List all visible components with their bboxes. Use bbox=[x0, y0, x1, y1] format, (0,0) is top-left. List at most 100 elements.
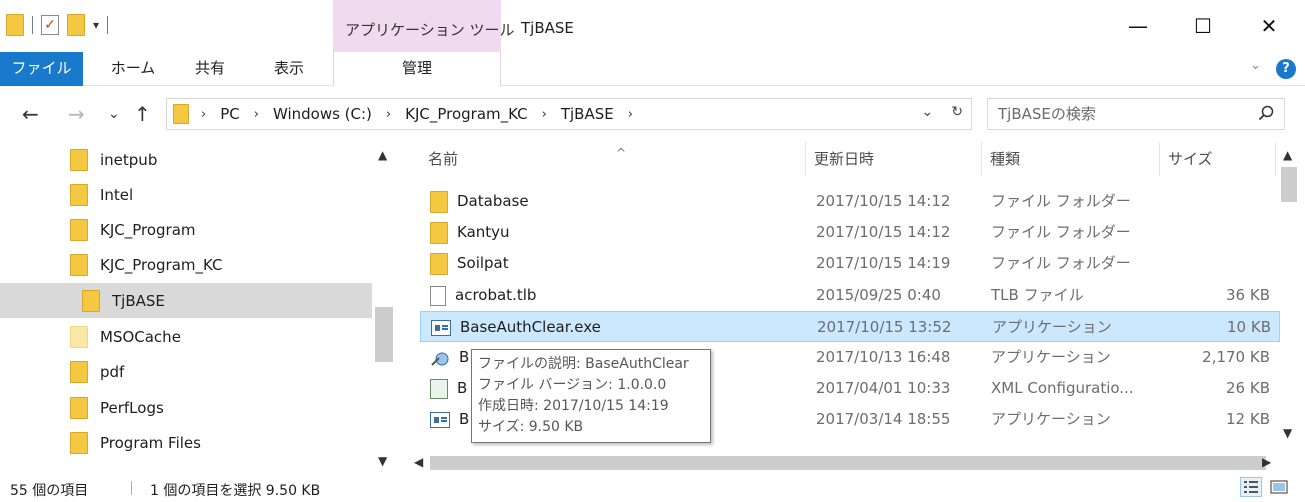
tree-item-kjc-program-kc[interactable]: KJC_Program_KC bbox=[0, 247, 372, 282]
large-icons-view-button[interactable] bbox=[1268, 477, 1290, 497]
folder-icon bbox=[430, 221, 448, 244]
file-name: acrobat.tlb bbox=[455, 286, 537, 304]
search-icon[interactable] bbox=[1258, 105, 1274, 121]
tree-item-kjc-program[interactable]: KJC_Program bbox=[0, 212, 372, 247]
scroll-up-icon[interactable]: ▲ bbox=[1283, 148, 1292, 162]
column-header-date[interactable]: 更新日時 bbox=[806, 142, 982, 176]
close-button[interactable]: ✕ bbox=[1249, 10, 1289, 42]
tree-item-perflogs[interactable]: PerfLogs bbox=[0, 390, 372, 425]
folder-icon bbox=[70, 360, 88, 383]
scroll-left-icon[interactable]: ◀ bbox=[414, 455, 423, 469]
properties-icon[interactable]: ✓ bbox=[41, 15, 59, 35]
file-date: 2017/10/15 14:12 bbox=[816, 223, 951, 241]
qat-dropdown-icon[interactable]: ▾ bbox=[93, 18, 99, 32]
up-button[interactable]: ↑ bbox=[134, 102, 151, 126]
folder-icon bbox=[70, 218, 88, 241]
folder-icon bbox=[430, 190, 448, 213]
file-info-tooltip: ファイルの説明: BaseAuthClear ファイル バージョン: 1.0.0… bbox=[471, 349, 711, 443]
file-date: 2015/09/25 0:40 bbox=[816, 286, 941, 304]
folder-icon bbox=[70, 431, 88, 454]
config-file-icon bbox=[430, 378, 448, 399]
tab-share[interactable]: 共有 bbox=[180, 52, 240, 86]
forward-button[interactable]: → bbox=[68, 102, 85, 126]
expand-ribbon-icon[interactable]: ⌄ bbox=[1250, 58, 1261, 73]
breadcrumb-separator[interactable]: › bbox=[542, 107, 547, 122]
file-size: 2,170 KB bbox=[1202, 348, 1270, 366]
file-name: B bbox=[459, 348, 470, 366]
file-row[interactable]: acrobat.tlb 2015/09/25 0:40 TLB ファイル 36 … bbox=[420, 280, 1280, 311]
file-row[interactable]: Kantyu 2017/10/15 14:12 ファイル フォルダー bbox=[420, 217, 1280, 248]
file-row[interactable]: Database 2017/10/15 14:12 ファイル フォルダー bbox=[420, 186, 1280, 217]
tree-item-label: inetpub bbox=[100, 150, 158, 169]
folder-icon[interactable] bbox=[6, 14, 24, 36]
tree-item-inetpub[interactable]: inetpub bbox=[0, 142, 372, 177]
tab-file[interactable]: ファイル bbox=[0, 52, 83, 86]
status-separator bbox=[131, 481, 132, 495]
file-date: 2017/10/13 16:48 bbox=[816, 348, 951, 366]
file-type: XML Configuratio... bbox=[991, 379, 1134, 397]
large-icons-view-icon bbox=[1270, 480, 1288, 494]
tooltip-created: 作成日時: 2017/10/15 14:19 bbox=[478, 398, 669, 414]
breadcrumb-kjc-program-kc[interactable]: KJC_Program_KC bbox=[405, 105, 528, 123]
breadcrumb-separator: › bbox=[201, 106, 207, 122]
back-button[interactable]: ← bbox=[22, 102, 39, 126]
folder-icon bbox=[70, 253, 88, 276]
scrollbar-thumb[interactable] bbox=[375, 307, 393, 362]
column-header-name[interactable]: ^ 名前 bbox=[420, 142, 806, 176]
breadcrumb-tjbase[interactable]: TjBASE bbox=[561, 105, 614, 123]
file-name: Database bbox=[457, 192, 529, 210]
address-bar[interactable]: › PC › Windows (C:) › KJC_Program_KC › T… bbox=[166, 98, 972, 130]
file-size: 36 KB bbox=[1226, 286, 1270, 304]
file-date: 2017/03/14 18:55 bbox=[816, 410, 951, 428]
breadcrumb-separator[interactable]: › bbox=[254, 107, 259, 122]
column-header-type[interactable]: 種類 bbox=[982, 142, 1160, 176]
file-name: B bbox=[457, 379, 468, 397]
tab-manage[interactable]: 管理 bbox=[333, 52, 501, 86]
breadcrumb-separator[interactable]: › bbox=[628, 107, 633, 122]
scroll-up-icon[interactable]: ▲ bbox=[378, 148, 387, 162]
tree-item-intel[interactable]: Intel bbox=[0, 177, 372, 212]
tab-home[interactable]: ホーム bbox=[98, 52, 168, 86]
file-type: ファイル フォルダー bbox=[991, 223, 1131, 241]
tree-item-label: Program Files bbox=[100, 433, 201, 452]
file-icon bbox=[430, 285, 446, 306]
tab-view[interactable]: 表示 bbox=[258, 52, 320, 86]
tree-item-program-files[interactable]: Program Files bbox=[0, 425, 372, 460]
tree-item-tjbase[interactable]: TjBASE bbox=[0, 283, 372, 318]
tree-item-label: PerfLogs bbox=[100, 398, 164, 417]
breadcrumb-drive[interactable]: Windows (C:) bbox=[273, 105, 372, 123]
tree-item-label: pdf bbox=[100, 362, 125, 381]
scroll-down-icon[interactable]: ▼ bbox=[378, 454, 387, 468]
minimize-button[interactable]: — bbox=[1118, 10, 1158, 42]
navigation-scrollbar[interactable]: ▲ ▼ bbox=[372, 142, 396, 474]
file-type: アプリケーション bbox=[991, 348, 1111, 366]
navigation-pane: inetpub Intel KJC_Program KJC_Program_KC… bbox=[0, 142, 400, 474]
file-list-vertical-scrollbar[interactable]: ▲ ▼ bbox=[1276, 142, 1302, 452]
file-name: B bbox=[459, 410, 470, 428]
file-row[interactable]: Soilpat 2017/10/15 14:19 ファイル フォルダー bbox=[420, 248, 1280, 279]
file-size bbox=[1168, 217, 1270, 248]
maximize-button[interactable]: ☐ bbox=[1183, 10, 1223, 42]
scroll-right-icon[interactable]: ▶ bbox=[1262, 455, 1271, 469]
new-folder-icon[interactable] bbox=[67, 14, 85, 36]
search-box[interactable] bbox=[987, 98, 1285, 130]
scroll-down-icon[interactable]: ▼ bbox=[1283, 426, 1292, 440]
address-row: ← → ⌄ ↑ › PC › Windows (C:) › KJC_Progra… bbox=[0, 86, 1305, 142]
address-dropdown-icon[interactable]: ⌄ bbox=[922, 104, 934, 120]
breadcrumb-pc[interactable]: PC bbox=[220, 105, 240, 123]
column-header-label: 名前 bbox=[428, 150, 459, 168]
tree-item-label: KJC_Program_KC bbox=[100, 255, 223, 274]
scrollbar-thumb[interactable] bbox=[1281, 167, 1297, 202]
breadcrumb-separator[interactable]: › bbox=[386, 107, 391, 122]
help-icon[interactable]: ? bbox=[1276, 59, 1296, 79]
recent-locations-button[interactable]: ⌄ bbox=[108, 106, 120, 122]
tree-item-msocache[interactable]: MSOCache bbox=[0, 319, 372, 354]
column-header-size[interactable]: サイズ bbox=[1160, 142, 1276, 176]
file-row-selected[interactable]: BaseAuthClear.exe 2017/10/15 13:52 アプリケー… bbox=[420, 311, 1280, 342]
scrollbar-thumb[interactable] bbox=[430, 456, 1266, 470]
tree-item-pdf[interactable]: pdf bbox=[0, 354, 372, 389]
file-list-horizontal-scrollbar[interactable]: ◀ ▶ bbox=[410, 452, 1276, 474]
search-input[interactable] bbox=[998, 99, 1248, 129]
details-view-button[interactable] bbox=[1240, 477, 1262, 497]
refresh-icon[interactable]: ↻ bbox=[951, 104, 963, 120]
